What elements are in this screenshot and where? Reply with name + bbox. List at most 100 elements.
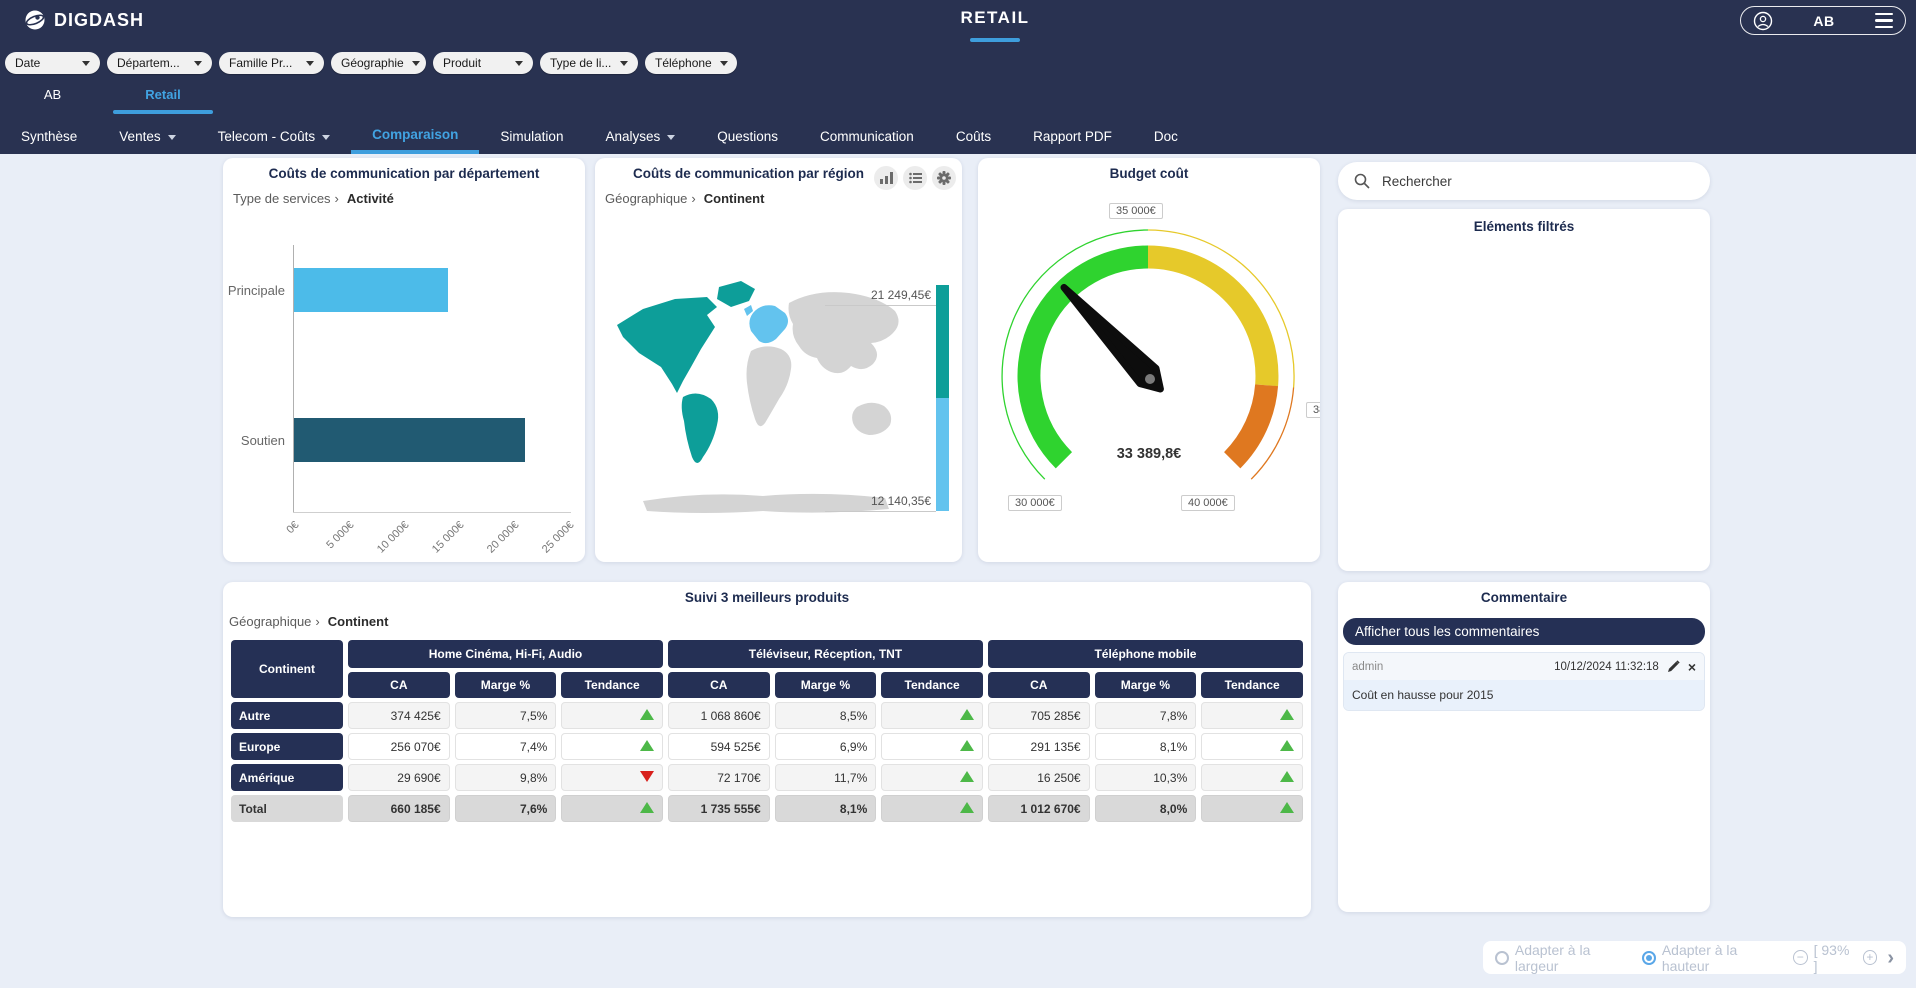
cell-ca: 1 012 670€ xyxy=(988,795,1090,822)
user-avatar-icon xyxy=(1753,11,1773,31)
edit-pencil-icon[interactable] xyxy=(1667,660,1680,673)
list-icon[interactable] xyxy=(903,166,927,190)
nav-tab-comparaison[interactable]: Comparaison xyxy=(351,120,479,154)
column-header-continent: Continent xyxy=(231,640,343,698)
nav-tab-doc[interactable]: Doc xyxy=(1133,120,1199,154)
filter-departement[interactable]: Départem... xyxy=(107,52,212,74)
nav-tab-simulation[interactable]: Simulation xyxy=(479,120,584,154)
search-icon xyxy=(1354,173,1370,189)
nav-tab-rapport-pdf[interactable]: Rapport PDF xyxy=(1012,120,1133,154)
trend-triangle-icon xyxy=(640,802,654,813)
zoom-in-icon[interactable] xyxy=(1863,950,1878,965)
scale-high-segment xyxy=(936,285,949,398)
scale-low-segment xyxy=(936,398,949,511)
fit-height-radio[interactable] xyxy=(1642,951,1656,965)
nav-tab-questions[interactable]: Questions xyxy=(696,120,799,154)
map-region-europe xyxy=(749,305,788,343)
scale-leader-line xyxy=(825,511,936,512)
cell-tendance xyxy=(561,764,663,791)
card-title: Coûts de communication par département xyxy=(223,166,585,181)
cell-ca: 705 285€ xyxy=(988,702,1090,729)
column-header-marge: Marge % xyxy=(775,672,877,698)
chart-card-couts-region: Coûts de communication par région xyxy=(595,158,962,562)
bar-soutien[interactable] xyxy=(294,418,525,462)
cell-ca: 291 135€ xyxy=(988,733,1090,760)
x-tick: 25 000€ xyxy=(511,519,576,584)
scale-leader-line xyxy=(825,305,936,306)
tab-ab[interactable]: AB xyxy=(30,87,75,102)
panel-title: Commentaire xyxy=(1338,590,1710,605)
card-toolbar xyxy=(874,166,956,190)
trend-triangle-icon xyxy=(960,740,974,751)
logo-text: DIGDASH xyxy=(54,10,144,31)
cell-tendance xyxy=(561,702,663,729)
chevron-right-icon[interactable]: › xyxy=(1887,948,1894,968)
filter-telephone[interactable]: Téléphone xyxy=(645,52,737,74)
zoom-level: [ 93% ] xyxy=(1814,942,1857,974)
hamburger-menu-icon[interactable] xyxy=(1875,13,1893,29)
nav-tab-analyses[interactable]: Analyses xyxy=(584,120,696,154)
filter-date[interactable]: Date xyxy=(5,52,100,74)
tab-retail[interactable]: Retail xyxy=(128,87,198,102)
cell-ca: 256 070€ xyxy=(348,733,450,760)
filter-produit[interactable]: Produit xyxy=(433,52,533,74)
gauge-tick-35000: 35 000€ xyxy=(1109,203,1163,219)
chevron-down-icon xyxy=(194,61,202,66)
zoom-out-icon[interactable] xyxy=(1793,950,1808,965)
gauge-tick-30000: 30 000€ xyxy=(1008,495,1062,511)
filter-bar: Date Départem... Famille Pr... Géographi… xyxy=(5,52,737,74)
world-map[interactable] xyxy=(603,273,933,528)
user-menu[interactable]: AB xyxy=(1740,6,1906,35)
column-header-ca: CA xyxy=(668,672,770,698)
cell-ca: 72 170€ xyxy=(668,764,770,791)
table-card-meilleurs-produits: Suivi 3 meilleurs produits Géographique›… xyxy=(223,582,1311,917)
row-header-autre: Autre xyxy=(231,702,343,729)
bar-principale[interactable] xyxy=(294,268,448,312)
chevron-down-icon xyxy=(720,61,728,66)
search-box[interactable]: Rechercher xyxy=(1338,162,1710,200)
cell-tendance xyxy=(561,795,663,822)
nav-tab-telecom-couts[interactable]: Telecom - Coûts xyxy=(197,120,352,154)
row-header-europe: Europe xyxy=(231,733,343,760)
nav-tab-communication[interactable]: Communication xyxy=(799,120,935,154)
dashboard-title-underline xyxy=(970,38,1020,42)
filter-type-de-ligne[interactable]: Type de li... xyxy=(540,52,638,74)
filter-geographie[interactable]: Géographie xyxy=(331,52,426,74)
digdash-logo-icon xyxy=(24,9,46,31)
nav-tab-ventes[interactable]: Ventes xyxy=(98,120,196,154)
breadcrumb-child: Activité xyxy=(347,191,394,206)
fit-height-label[interactable]: Adapter à la hauteur xyxy=(1662,942,1787,974)
gauge-tick-40000: 40 000€ xyxy=(1181,495,1235,511)
cell-marge: 7,6% xyxy=(455,795,557,822)
gear-icon[interactable] xyxy=(932,166,956,190)
show-all-comments-button[interactable]: Afficher tous les commentaires xyxy=(1343,618,1705,645)
bar-label-principale: Principale xyxy=(223,283,285,298)
table-row: Europe 256 070€ 7,4% 594 525€ 6,9% 291 1… xyxy=(231,733,1303,760)
nav-tab-couts[interactable]: Coûts xyxy=(935,120,1012,154)
table-total-row: Total 660 185€ 7,6% 1 735 555€ 8,1% 1 01… xyxy=(231,795,1303,822)
breadcrumb-parent[interactable]: Géographique xyxy=(605,191,687,206)
bar-chart-icon[interactable] xyxy=(874,166,898,190)
cell-marge: 9,8% xyxy=(455,764,557,791)
nav-tab-synthese[interactable]: Synthèse xyxy=(0,120,98,154)
breadcrumb-parent[interactable]: Type de services xyxy=(233,191,331,206)
trend-triangle-icon xyxy=(640,709,654,720)
delete-comment-icon[interactable]: × xyxy=(1688,660,1696,674)
comment-header: admin 10/12/2024 11:32:18 × xyxy=(1344,653,1704,680)
breadcrumb-parent[interactable]: Géographique xyxy=(229,614,311,629)
trend-triangle-icon xyxy=(960,771,974,782)
cell-tendance xyxy=(1201,764,1303,791)
cell-tendance xyxy=(1201,733,1303,760)
fit-width-label[interactable]: Adapter à la largeur xyxy=(1515,942,1636,974)
cell-ca: 594 525€ xyxy=(668,733,770,760)
column-header-marge: Marge % xyxy=(455,672,557,698)
cell-ca: 16 250€ xyxy=(988,764,1090,791)
chevron-down-icon xyxy=(306,61,314,66)
cell-tendance xyxy=(881,764,983,791)
filter-famille-produit[interactable]: Famille Pr... xyxy=(219,52,324,74)
trend-triangle-icon xyxy=(1280,802,1294,813)
column-header-ca: CA xyxy=(348,672,450,698)
fit-width-radio[interactable] xyxy=(1495,951,1509,965)
filtered-elements-panel: Eléments filtrés xyxy=(1338,209,1710,571)
cell-marge: 7,4% xyxy=(455,733,557,760)
